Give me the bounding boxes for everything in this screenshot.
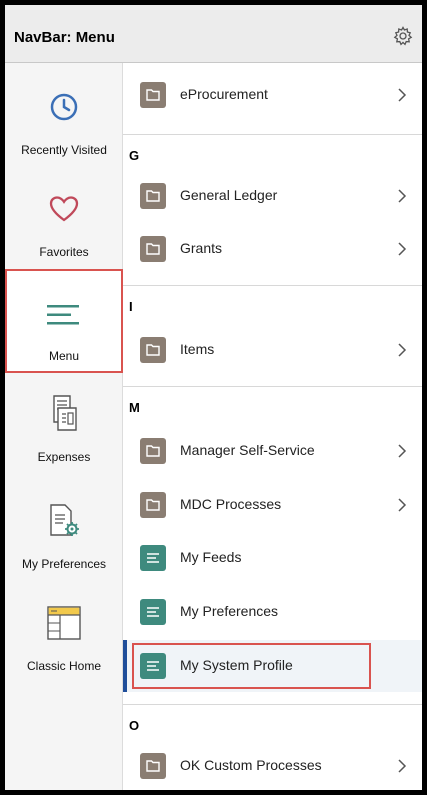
menu-list: eProcurement G General Ledger Grants I I… bbox=[123, 63, 422, 790]
folder-icon bbox=[140, 438, 166, 464]
chevron-right-icon bbox=[398, 189, 407, 203]
menu-item-label: Grants bbox=[180, 240, 223, 256]
chevron-right-icon bbox=[398, 444, 407, 458]
section-header-g: G bbox=[123, 134, 422, 168]
section-letter: I bbox=[129, 299, 133, 314]
sidebar-item-label: Favorites bbox=[39, 245, 89, 259]
chevron-right-icon bbox=[398, 759, 407, 773]
sidebar-item-label: My Preferences bbox=[21, 557, 107, 571]
menu-item-label: My Feeds bbox=[180, 549, 242, 565]
menu-item-label: My Preferences bbox=[180, 603, 279, 619]
sidebar-item-my-preferences[interactable]: My Preferences bbox=[5, 483, 123, 587]
navbar-panel: NavBar: Menu Recently Visited Favorites … bbox=[5, 5, 422, 790]
menu-item-mdc-processes[interactable]: MDC Processes bbox=[123, 479, 422, 531]
menu-item-label: eProcurement bbox=[180, 86, 268, 102]
chevron-right-icon bbox=[398, 498, 407, 512]
menu-icon bbox=[5, 295, 123, 335]
menu-item-eprocurement[interactable]: eProcurement bbox=[123, 69, 422, 121]
section-header-i: I bbox=[123, 285, 422, 319]
section-letter: G bbox=[129, 148, 140, 163]
receipt-icon bbox=[5, 393, 123, 433]
section-header-o: O bbox=[123, 704, 422, 738]
classic-home-icon bbox=[5, 603, 123, 643]
sidebar-item-label: Menu bbox=[48, 349, 80, 363]
menu-item-label: My System Profile bbox=[180, 657, 293, 673]
menu-item-my-feeds[interactable]: My Feeds bbox=[123, 532, 422, 584]
folder-icon bbox=[140, 236, 166, 262]
chevron-right-icon bbox=[398, 88, 407, 102]
navbar-title: NavBar: Menu bbox=[14, 29, 115, 46]
list-icon bbox=[140, 545, 166, 571]
menu-item-label: General Ledger bbox=[180, 187, 278, 203]
sidebar-item-favorites[interactable]: Favorites bbox=[5, 167, 123, 271]
list-icon bbox=[140, 653, 166, 679]
preferences-icon bbox=[5, 501, 123, 541]
sidebar-item-expenses[interactable]: Expenses bbox=[5, 379, 123, 483]
menu-item-manager-self-service[interactable]: Manager Self-Service bbox=[123, 425, 422, 477]
menu-item-items[interactable]: Items bbox=[123, 324, 422, 376]
menu-item-general-ledger[interactable]: General Ledger bbox=[123, 170, 422, 222]
folder-icon bbox=[140, 337, 166, 363]
gear-icon[interactable] bbox=[393, 26, 413, 46]
navbar-sidebar: Recently Visited Favorites Menu Expenses… bbox=[5, 63, 123, 790]
menu-item-label: Manager Self-Service bbox=[180, 442, 315, 458]
menu-item-label: OK Custom Processes bbox=[180, 757, 322, 773]
folder-icon bbox=[140, 82, 166, 108]
sidebar-item-label: Expenses bbox=[37, 450, 91, 464]
menu-item-my-preferences[interactable]: My Preferences bbox=[123, 586, 422, 638]
sidebar-item-menu[interactable]: Menu bbox=[5, 269, 123, 373]
active-indicator bbox=[123, 640, 127, 692]
menu-item-grants[interactable]: Grants bbox=[123, 223, 422, 275]
section-header-m: M bbox=[123, 386, 422, 420]
chevron-right-icon bbox=[398, 242, 407, 256]
menu-item-label: Items bbox=[180, 341, 215, 357]
folder-icon bbox=[140, 753, 166, 779]
menu-item-my-system-profile[interactable]: My System Profile bbox=[123, 640, 422, 692]
sidebar-item-classic-home[interactable]: Classic Home bbox=[5, 587, 123, 691]
folder-icon bbox=[140, 492, 166, 518]
sidebar-item-recently-visited[interactable]: Recently Visited bbox=[5, 63, 123, 167]
clock-icon bbox=[5, 87, 123, 127]
section-letter: M bbox=[129, 400, 140, 415]
list-icon bbox=[140, 599, 166, 625]
chevron-right-icon bbox=[398, 343, 407, 357]
menu-item-label: MDC Processes bbox=[180, 496, 282, 512]
sidebar-item-label: Recently Visited bbox=[21, 143, 107, 157]
sidebar-item-label: Classic Home bbox=[26, 659, 101, 673]
section-letter: O bbox=[129, 718, 140, 733]
navbar-header: NavBar: Menu bbox=[5, 5, 422, 63]
menu-item-ok-custom-processes[interactable]: OK Custom Processes bbox=[123, 740, 422, 790]
heart-icon bbox=[5, 189, 123, 229]
folder-icon bbox=[140, 183, 166, 209]
